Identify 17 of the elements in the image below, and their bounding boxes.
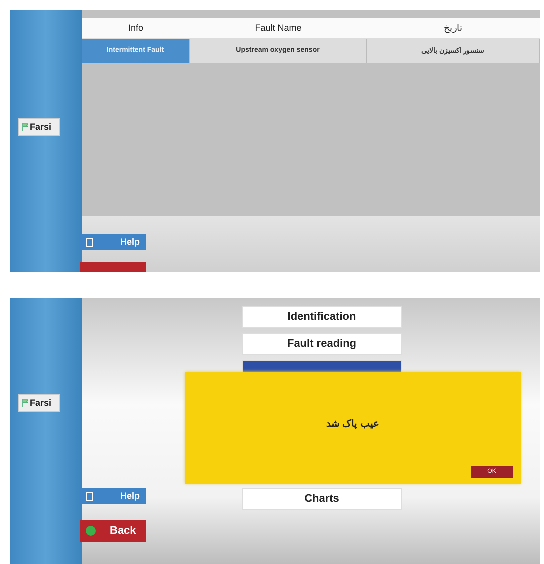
menu-button[interactable]: Charts bbox=[242, 488, 402, 510]
menu-button[interactable]: Fault reading bbox=[242, 333, 402, 355]
dialog-message: عیب پاک شد bbox=[326, 418, 380, 430]
language-button[interactable]: Farsi bbox=[18, 118, 60, 136]
circle-icon bbox=[86, 526, 96, 536]
column-header: Info bbox=[82, 18, 190, 39]
help-icon bbox=[86, 492, 93, 500]
flag-icon bbox=[22, 399, 28, 407]
back-button[interactable]: Back bbox=[80, 520, 146, 542]
help-button[interactable]: Help bbox=[80, 488, 146, 504]
column-header: تاریخ bbox=[367, 18, 540, 39]
help-button[interactable]: Help bbox=[80, 234, 146, 250]
column-header: Fault Name bbox=[190, 18, 367, 39]
menu-button[interactable]: Identification bbox=[242, 306, 402, 328]
help-icon bbox=[86, 238, 93, 246]
language-button[interactable]: Farsi bbox=[18, 394, 60, 412]
flag-icon bbox=[22, 123, 28, 131]
